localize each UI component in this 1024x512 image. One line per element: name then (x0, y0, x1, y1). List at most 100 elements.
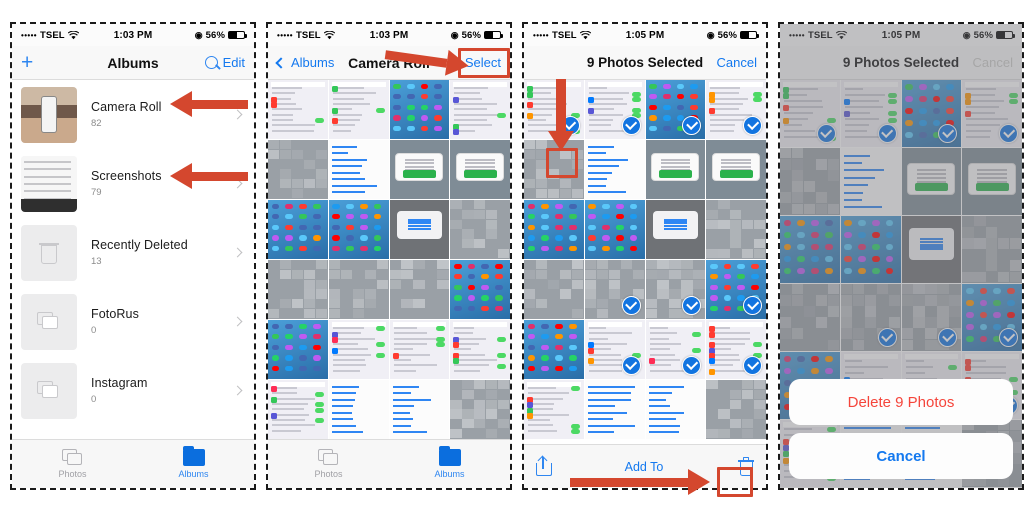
clock-label: 1:03 PM (369, 29, 409, 41)
tab-label: Albums (178, 469, 209, 479)
photo-cell[interactable] (268, 320, 328, 379)
cancel-sheet-button[interactable]: Cancel (789, 433, 1013, 479)
photo-cell[interactable] (328, 140, 389, 199)
album-row-instagram[interactable]: Instagram 0 (12, 356, 254, 425)
photo-cell[interactable] (450, 200, 510, 259)
photo-cell[interactable] (524, 80, 584, 139)
photo-cell[interactable] (645, 380, 706, 439)
photo-cell[interactable] (389, 320, 450, 379)
add-to-button[interactable]: Add To (550, 460, 738, 474)
photo-cell[interactable] (328, 80, 389, 139)
photo-cell[interactable] (584, 380, 645, 439)
selected-checkmark-icon[interactable] (621, 356, 641, 375)
photo-cell[interactable] (450, 380, 510, 439)
tab-albums[interactable]: Albums (133, 440, 254, 488)
photo-cell[interactable] (328, 200, 389, 259)
search-icon[interactable] (204, 56, 218, 69)
album-row-recently-deleted[interactable]: Recently Deleted 13 (12, 218, 254, 287)
photo-cell[interactable] (584, 200, 645, 259)
edit-button[interactable]: Edit (223, 55, 245, 70)
photo-cell[interactable] (450, 260, 510, 319)
cancel-button[interactable]: Cancel (717, 55, 757, 70)
photo-cell[interactable] (706, 320, 766, 379)
photo-cell[interactable] (524, 320, 584, 379)
album-row-camera-roll[interactable]: Camera Roll 82 (12, 80, 254, 149)
selected-checkmark-icon[interactable] (621, 296, 641, 315)
photo-cell[interactable] (389, 140, 450, 199)
photo-cell[interactable] (389, 380, 450, 439)
battery-icon (228, 31, 247, 39)
album-count: 0 (91, 394, 97, 405)
photo-cell[interactable] (328, 260, 389, 319)
tab-photos[interactable]: Photos (12, 440, 133, 488)
photo-cell[interactable] (524, 200, 584, 259)
photo-cell[interactable] (706, 140, 766, 199)
album-name: FotoRus (91, 307, 139, 321)
trash-icon (39, 241, 59, 264)
photo-cell[interactable] (268, 380, 328, 439)
album-thumbnail (21, 362, 77, 419)
photo-cell[interactable] (389, 200, 450, 259)
photo-cell[interactable] (268, 260, 328, 319)
photo-cell[interactable] (584, 320, 645, 379)
tab-photos[interactable]: Photos (268, 440, 389, 488)
stack-icon (37, 381, 61, 400)
battery-icon (484, 31, 503, 39)
photo-cell[interactable] (645, 320, 706, 379)
tab-label: Photos (314, 469, 343, 479)
photo-cell[interactable] (268, 200, 328, 259)
tab-label: Photos (58, 469, 87, 479)
photo-cell[interactable] (524, 380, 584, 439)
panel-delete-confirm: ••••• TSEL 1:05 PM ◉ 56% 9 Photos Select… (778, 22, 1024, 490)
photo-cell[interactable] (645, 260, 706, 319)
selected-checkmark-icon[interactable] (743, 116, 762, 135)
selected-checkmark-icon[interactable] (560, 116, 580, 135)
photo-cell[interactable] (450, 320, 510, 379)
trash-icon[interactable] (738, 457, 754, 476)
photo-cell[interactable] (706, 260, 766, 319)
stack-icon (37, 312, 61, 331)
photo-cell[interactable] (328, 320, 389, 379)
tab-label: Albums (434, 469, 465, 479)
back-button[interactable]: Albums (291, 55, 334, 70)
album-row-screenshots[interactable]: Screenshots 79 (12, 149, 254, 218)
photo-cell[interactable] (389, 260, 450, 319)
photo-cell[interactable] (584, 80, 645, 139)
photo-cell[interactable] (645, 140, 706, 199)
share-icon[interactable] (536, 455, 552, 476)
photo-cell[interactable] (268, 140, 328, 199)
status-bar: ••••• TSEL 1:05 PM ◉ 56% (524, 24, 766, 46)
selected-checkmark-icon[interactable] (743, 296, 762, 315)
photo-cell[interactable] (328, 380, 389, 439)
screenshot-canvas: ••••• TSEL 1:03 PM ◉ 56% + Albums Edit C… (0, 0, 1024, 512)
photo-cell[interactable] (584, 260, 645, 319)
chevron-left-icon[interactable] (275, 56, 287, 69)
album-count: 13 (91, 256, 102, 267)
album-count: 82 (91, 118, 102, 129)
selected-checkmark-icon[interactable] (621, 116, 641, 135)
album-count: 79 (91, 187, 102, 198)
tab-albums[interactable]: Albums (389, 440, 510, 488)
photo-cell[interactable] (450, 140, 510, 199)
photo-cell[interactable] (389, 80, 450, 139)
photo-cell[interactable] (450, 80, 510, 139)
clock-label: 1:05 PM (625, 29, 665, 41)
delete-photos-button[interactable]: Delete 9 Photos (789, 379, 1013, 425)
photo-cell[interactable] (268, 80, 328, 139)
selected-checkmark-icon[interactable] (743, 356, 762, 375)
photo-cell[interactable] (706, 200, 766, 259)
battery-icon (740, 31, 759, 39)
photo-cell[interactable] (524, 260, 584, 319)
photo-cell[interactable] (706, 80, 766, 139)
select-button[interactable]: Select (465, 55, 501, 70)
tab-bar: Photos Albums (268, 439, 510, 488)
photo-cell[interactable] (645, 200, 706, 259)
photo-cell[interactable] (706, 380, 766, 439)
cancel-button[interactable]: Cancel (973, 55, 1013, 70)
photo-cell[interactable] (584, 140, 645, 199)
photo-cell[interactable] (524, 140, 584, 199)
album-thumbnail (21, 293, 77, 350)
album-row-fotorus[interactable]: FotoRus 0 (12, 287, 254, 356)
plus-icon[interactable]: + (21, 52, 33, 73)
photo-cell[interactable] (645, 80, 706, 139)
